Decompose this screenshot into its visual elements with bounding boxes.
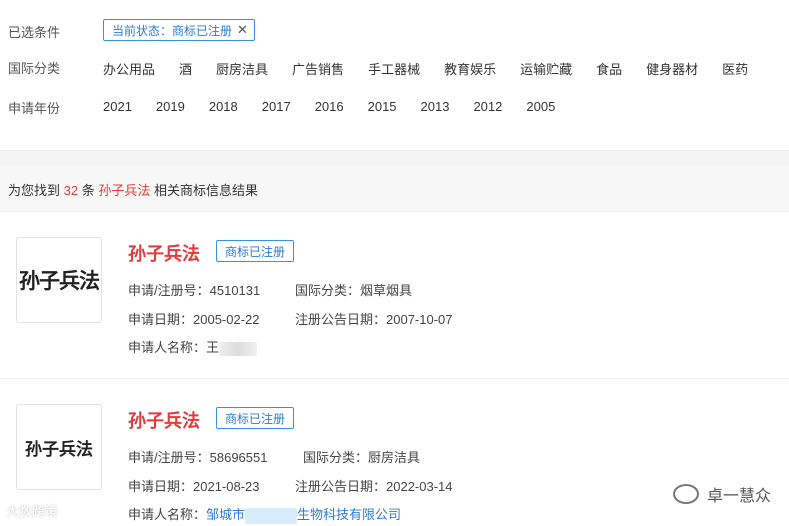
class-option[interactable]: 医药 xyxy=(722,59,748,78)
class-option[interactable]: 厨房洁具 xyxy=(216,59,268,78)
redacted-blur xyxy=(245,507,298,524)
reg-number: 申请/注册号：4510131 xyxy=(128,280,260,299)
status-badge: 商标已注册 xyxy=(216,240,295,262)
summary-suffix: 相关商标信息结果 xyxy=(154,183,259,198)
apply-date-label: 申请日期： xyxy=(128,312,194,327)
applicant: 申请人名称：王 xyxy=(128,337,258,356)
announce-date-label: 注册公告日期： xyxy=(295,479,387,494)
year-option[interactable]: 2013 xyxy=(421,99,450,114)
trademark-name[interactable]: 孙子兵法 xyxy=(128,240,200,266)
apply-date: 申请日期：2021-08-23 xyxy=(128,476,260,495)
trademark-name[interactable]: 孙子兵法 xyxy=(128,407,200,433)
applicant-value: 王 xyxy=(206,340,220,355)
section-divider xyxy=(0,150,789,165)
reg-number-value: 58696551 xyxy=(209,450,268,465)
reg-number-value: 4510131 xyxy=(209,283,261,298)
class-option[interactable]: 手工器械 xyxy=(368,59,420,78)
trademark-logo[interactable]: 孙子兵法 xyxy=(16,404,102,490)
class-label: 国际分类： xyxy=(303,450,369,465)
year-option[interactable]: 2018 xyxy=(209,99,238,114)
status-badge: 商标已注册 xyxy=(216,407,295,429)
class-option[interactable]: 食品 xyxy=(596,59,622,78)
class-option[interactable]: 办公用品 xyxy=(103,59,155,78)
intl-class: 国际分类：厨房洁具 xyxy=(303,447,420,466)
year-option[interactable]: 2019 xyxy=(156,99,185,114)
watermark-text: 卓一慧众 xyxy=(706,488,771,505)
wechat-icon xyxy=(672,484,699,504)
announce-date: 注册公告日期：2007-10-07 xyxy=(295,309,453,328)
class-option[interactable]: 健身器材 xyxy=(646,59,698,78)
class-value: 烟草烟具 xyxy=(360,283,413,298)
search-keyword: 孙子兵法 xyxy=(98,183,151,198)
announce-date-label: 注册公告日期： xyxy=(295,312,387,327)
result-count: 32 xyxy=(63,183,79,198)
class-value: 厨房洁具 xyxy=(368,450,421,465)
selected-label: 已选条件 xyxy=(8,24,61,40)
apply-date-value: 2005-02-22 xyxy=(193,312,260,327)
class-options: 办公用品 酒 厨房洁具 广告销售 手工器械 教育娱乐 运输贮藏 食品 健身器材 … xyxy=(103,59,772,78)
reg-number: 申请/注册号：58696551 xyxy=(128,447,267,466)
selected-filter-chip[interactable]: 当前状态：商标已注册 ✕ xyxy=(103,19,255,41)
announce-date: 注册公告日期：2022-03-14 xyxy=(295,476,453,495)
class-option[interactable]: 运输贮藏 xyxy=(520,59,572,78)
year-option[interactable]: 2015 xyxy=(368,99,397,114)
watermark-bottom-left: 大数跨境 xyxy=(6,504,59,519)
year-option[interactable]: 2012 xyxy=(473,99,502,114)
announce-date-value: 2007-10-07 xyxy=(386,312,453,327)
year-label: 申请年份 xyxy=(8,100,61,116)
class-label: 国际分类 xyxy=(8,60,61,76)
summary-prefix: 为您找到 xyxy=(8,183,61,198)
apply-date-value: 2021-08-23 xyxy=(193,479,260,494)
intl-class: 国际分类：烟草烟具 xyxy=(295,280,412,299)
redacted-blur xyxy=(219,341,258,356)
result-summary-bar: 为您找到 32 条 孙子兵法 相关商标信息结果 xyxy=(0,165,789,212)
year-option[interactable]: 2016 xyxy=(315,99,344,114)
filter-panel: 已选条件 当前状态：商标已注册 ✕ 国际分类 办公用品 酒 厨房洁具 广告销售 … xyxy=(0,0,789,150)
class-option[interactable]: 教育娱乐 xyxy=(444,59,496,78)
applicant-label: 申请人名称： xyxy=(128,507,207,522)
result-card: 孙子兵法 孙子兵法 商标已注册 申请/注册号：58696551 国际分类：厨房洁… xyxy=(0,379,789,526)
class-option[interactable]: 广告销售 xyxy=(292,59,344,78)
trademark-logo[interactable]: 孙子兵法 xyxy=(16,237,102,323)
result-summary: 为您找到 32 条 孙子兵法 相关商标信息结果 xyxy=(8,180,258,199)
watermark: 卓一慧众 xyxy=(672,482,771,506)
applicant-label: 申请人名称： xyxy=(128,340,207,355)
year-option[interactable]: 2017 xyxy=(262,99,291,114)
close-icon[interactable]: ✕ xyxy=(237,22,248,38)
result-card: 孙子兵法 孙子兵法 商标已注册 申请/注册号：4510131 国际分类：烟草烟具… xyxy=(0,212,789,379)
class-label: 国际分类： xyxy=(295,283,361,298)
apply-date: 申请日期：2005-02-22 xyxy=(128,309,260,328)
announce-date-value: 2022-03-14 xyxy=(386,479,453,494)
applicant-link[interactable]: 邹城市 xyxy=(206,507,245,522)
reg-number-label: 申请/注册号： xyxy=(128,283,210,298)
logo-text: 孙子兵法 xyxy=(25,439,93,460)
year-options: 2021 2019 2018 2017 2016 2015 2013 2012 … xyxy=(103,99,579,114)
reg-number-label: 申请/注册号： xyxy=(128,450,210,465)
chip-label: 当前状态：商标已注册 xyxy=(112,23,233,38)
applicant: 申请人名称：邹城市 生物科技有限公司 xyxy=(128,504,401,524)
year-option[interactable]: 2005 xyxy=(526,99,555,114)
apply-date-label: 申请日期： xyxy=(128,479,194,494)
applicant-link[interactable]: 生物科技有限公司 xyxy=(297,507,401,522)
class-option[interactable]: 酒 xyxy=(179,59,192,78)
logo-text: 孙子兵法 xyxy=(19,268,100,293)
summary-unit: 条 xyxy=(81,183,95,198)
year-option[interactable]: 2021 xyxy=(103,99,132,114)
